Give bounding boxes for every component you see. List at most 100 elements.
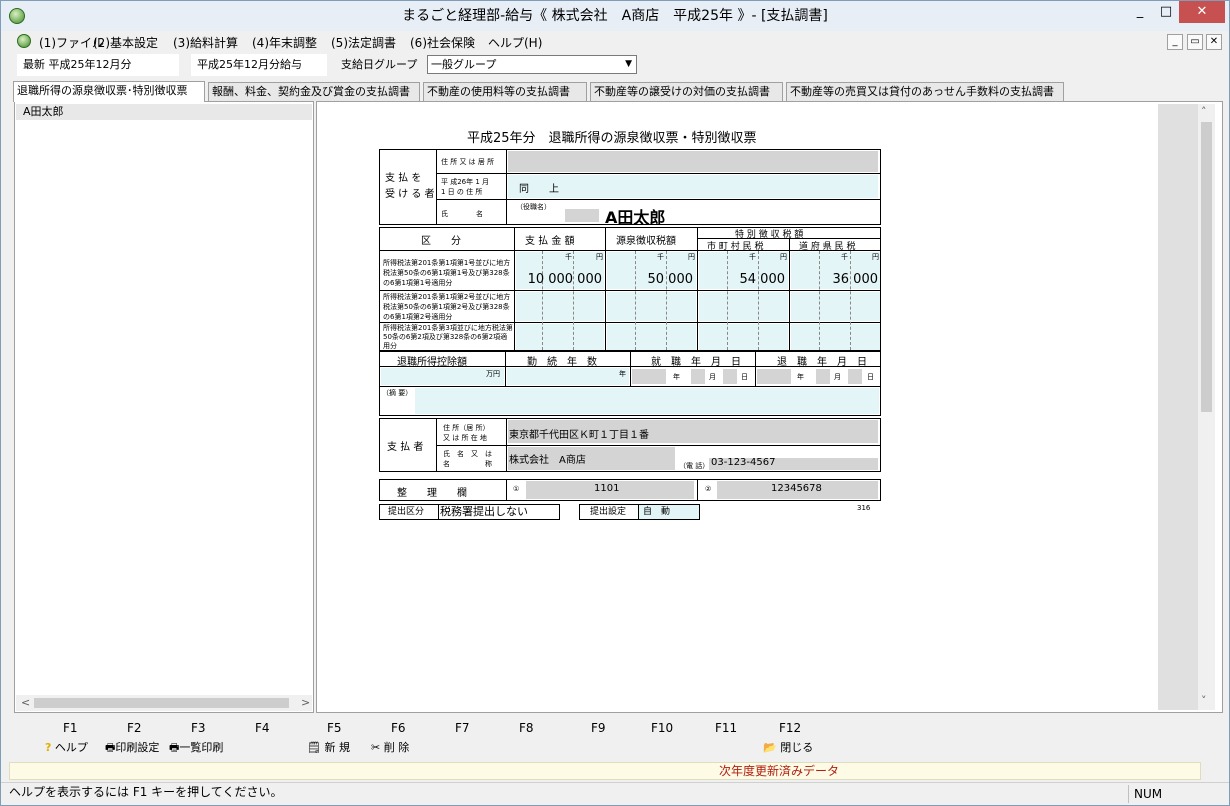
fkey-f7[interactable]: F7 (455, 721, 470, 735)
fkey-f8[interactable]: F8 (519, 721, 534, 735)
vertical-scrollbar[interactable]: ˄ ˅ (1198, 104, 1215, 710)
child-window-icon[interactable] (17, 34, 31, 48)
row3-payment-field[interactable] (516, 324, 604, 350)
tab-real-estate-brokerage[interactable]: 不動産等の売買又は貸付のあっせん手数料の支払調書 (786, 82, 1064, 101)
fkey-f3[interactable]: F3 (191, 721, 206, 735)
payroll-period: 平成25年12月分給与 (191, 54, 327, 76)
unit-yen: 円 (780, 253, 787, 261)
scroll-thumb[interactable] (1201, 122, 1212, 412)
title-bar: まるごと経理部-給与《 株式会社 A商店 平成25年 》- [支払調書] _ □… (1, 1, 1229, 31)
new-action[interactable]: 🗒 新 規 (307, 739, 350, 755)
maximize-button[interactable]: □ (1151, 1, 1181, 23)
remarks-field[interactable] (415, 388, 879, 414)
menu-social-insurance[interactable]: (6)社会保険 (410, 34, 475, 51)
hire-year-field[interactable] (632, 369, 666, 384)
menu-payroll[interactable]: (3)給料計算 (173, 34, 238, 51)
list-print-action[interactable]: 🖶一覧印刷 (169, 739, 223, 758)
fkey-f12[interactable]: F12 (779, 721, 801, 735)
tab-real-estate-rent[interactable]: 不動産の使用料等の支払調書 (423, 82, 587, 101)
tab-fees[interactable]: 報酬、料金、契約金及び賞金の支払調書 (208, 82, 420, 101)
delete-label: 削 除 (383, 741, 410, 754)
function-key-bar: F1 F2 F3 F4 F5 F6 F7 F8 F9 F10 F11 F12 ?… (9, 717, 1223, 757)
payer-address-label: 住 所（居 所） 又 は 所 在 地 (443, 424, 490, 442)
hire-month-field[interactable] (691, 369, 705, 384)
list-item[interactable]: A田太郎 (16, 104, 312, 120)
retire-day-label: 日 (867, 373, 874, 381)
city-tax-header: 市 町 村 民 税 (707, 242, 764, 252)
submit-setting-select[interactable]: 自 動 (638, 504, 700, 520)
jan1-address-field[interactable] (508, 175, 878, 198)
row2-payment-field[interactable] (516, 292, 604, 321)
row2-city-field[interactable] (699, 292, 788, 321)
name-label: 氏 名 (441, 210, 483, 218)
row2-withholding-field[interactable] (607, 292, 696, 321)
status-help-text: ヘルプを表示するには F1 キーを押してください。 (9, 785, 283, 799)
row2-pref-field[interactable] (791, 292, 880, 321)
delete-action[interactable]: ✂ 削 除 (371, 739, 409, 755)
menu-basic-settings[interactable]: (2)基本設定 (93, 34, 158, 51)
scroll-left-icon[interactable]: < (21, 696, 30, 709)
retire-month-field[interactable] (816, 369, 830, 384)
print-setting-label: 印刷設定 (115, 741, 160, 754)
mdi-close-button[interactable]: ✕ (1206, 34, 1222, 50)
payer-name-label: 氏 名 又 は 名 称 (443, 450, 492, 468)
pref-tax-header: 道 府 県 民 税 (799, 242, 856, 252)
row2-label: 所得税法第201条第1項第2号並びに地方税法第50条の6第1項第2号及び第328… (383, 293, 511, 321)
scroll-down-icon[interactable]: ˅ (1201, 694, 1207, 707)
reference-label: 整 理 欄 (397, 488, 467, 499)
years-field[interactable] (507, 368, 629, 385)
recipient-label: 支 払 を 受 け る 者 (385, 173, 435, 200)
close-button[interactable]: ✕ (1179, 1, 1225, 23)
row3-city-field[interactable] (699, 324, 788, 350)
preview-margin (1158, 104, 1198, 710)
menu-statutory[interactable]: (5)法定調書 (331, 34, 396, 51)
submit-setting-label: 提出設定 (579, 504, 639, 520)
retire-day-field[interactable] (848, 369, 862, 384)
address-field[interactable] (508, 151, 878, 172)
horizontal-scrollbar[interactable]: < > (16, 695, 312, 711)
chevron-down-icon: ▼ (625, 59, 632, 69)
unit-yen: 円 (872, 253, 879, 261)
mdi-restore-button[interactable]: ▭ (1187, 34, 1203, 50)
fkey-f4[interactable]: F4 (255, 721, 270, 735)
role-field[interactable] (565, 209, 599, 222)
unit-year: 年 (619, 370, 626, 378)
tab-real-estate-transfer[interactable]: 不動産等の譲受けの対価の支払調書 (590, 82, 783, 101)
menu-year-end[interactable]: (4)年末調整 (252, 34, 317, 51)
jan1-address-label: 平 成26年 1 月 1 日 の 住 所 (441, 178, 490, 196)
hire-day-field[interactable] (723, 369, 737, 384)
retire-year-label: 年 (797, 373, 804, 381)
tab-retirement-income[interactable]: 退職所得の源泉徴収票･特別徴収票 (13, 81, 205, 102)
hire-date-header: 就 職 年 月 日 (651, 357, 741, 368)
fkey-f10[interactable]: F10 (651, 721, 673, 735)
fkey-f11[interactable]: F11 (715, 721, 737, 735)
numlock-indicator: NUM (1128, 785, 1168, 803)
row3-pref-field[interactable] (791, 324, 880, 350)
help-action[interactable]: ? ヘルプ (45, 739, 88, 755)
payment-amount: 10 000 000 (527, 272, 602, 287)
fkey-f1[interactable]: F1 (63, 721, 78, 735)
deduction-header: 退職所得控除額 (397, 357, 467, 368)
scroll-thumb[interactable] (34, 698, 289, 708)
row3-withholding-field[interactable] (607, 324, 696, 350)
unit-thousand: 千 (565, 253, 572, 261)
scroll-up-icon[interactable]: ˄ (1201, 105, 1207, 118)
fkey-f2[interactable]: F2 (127, 721, 142, 735)
payday-group-label: 支給日グループ (341, 58, 418, 71)
print-setting-action[interactable]: 🖶印刷設定 (105, 739, 159, 758)
help-icon: ? (45, 741, 52, 754)
mdi-minimize-button[interactable]: _ (1167, 34, 1183, 50)
payday-group-select[interactable]: 一般グループ ▼ (427, 55, 637, 74)
fkey-f9[interactable]: F9 (591, 721, 606, 735)
menu-help[interactable]: ヘルプ(H) (488, 34, 542, 51)
fkey-f6[interactable]: F6 (391, 721, 406, 735)
close-action[interactable]: 📂 閉じる (763, 739, 813, 755)
status-notice: 次年度更新済みデータ (9, 762, 1201, 780)
fkey-f5[interactable]: F5 (327, 721, 342, 735)
app-icon[interactable] (9, 8, 25, 24)
city-tax-amount: 54 000 (739, 272, 786, 287)
submit-type-select[interactable]: 税務署提出しない (438, 504, 560, 520)
reference1-value: 1101 (594, 483, 620, 494)
retire-year-field[interactable] (757, 369, 791, 384)
scroll-right-icon[interactable]: > (301, 696, 310, 709)
